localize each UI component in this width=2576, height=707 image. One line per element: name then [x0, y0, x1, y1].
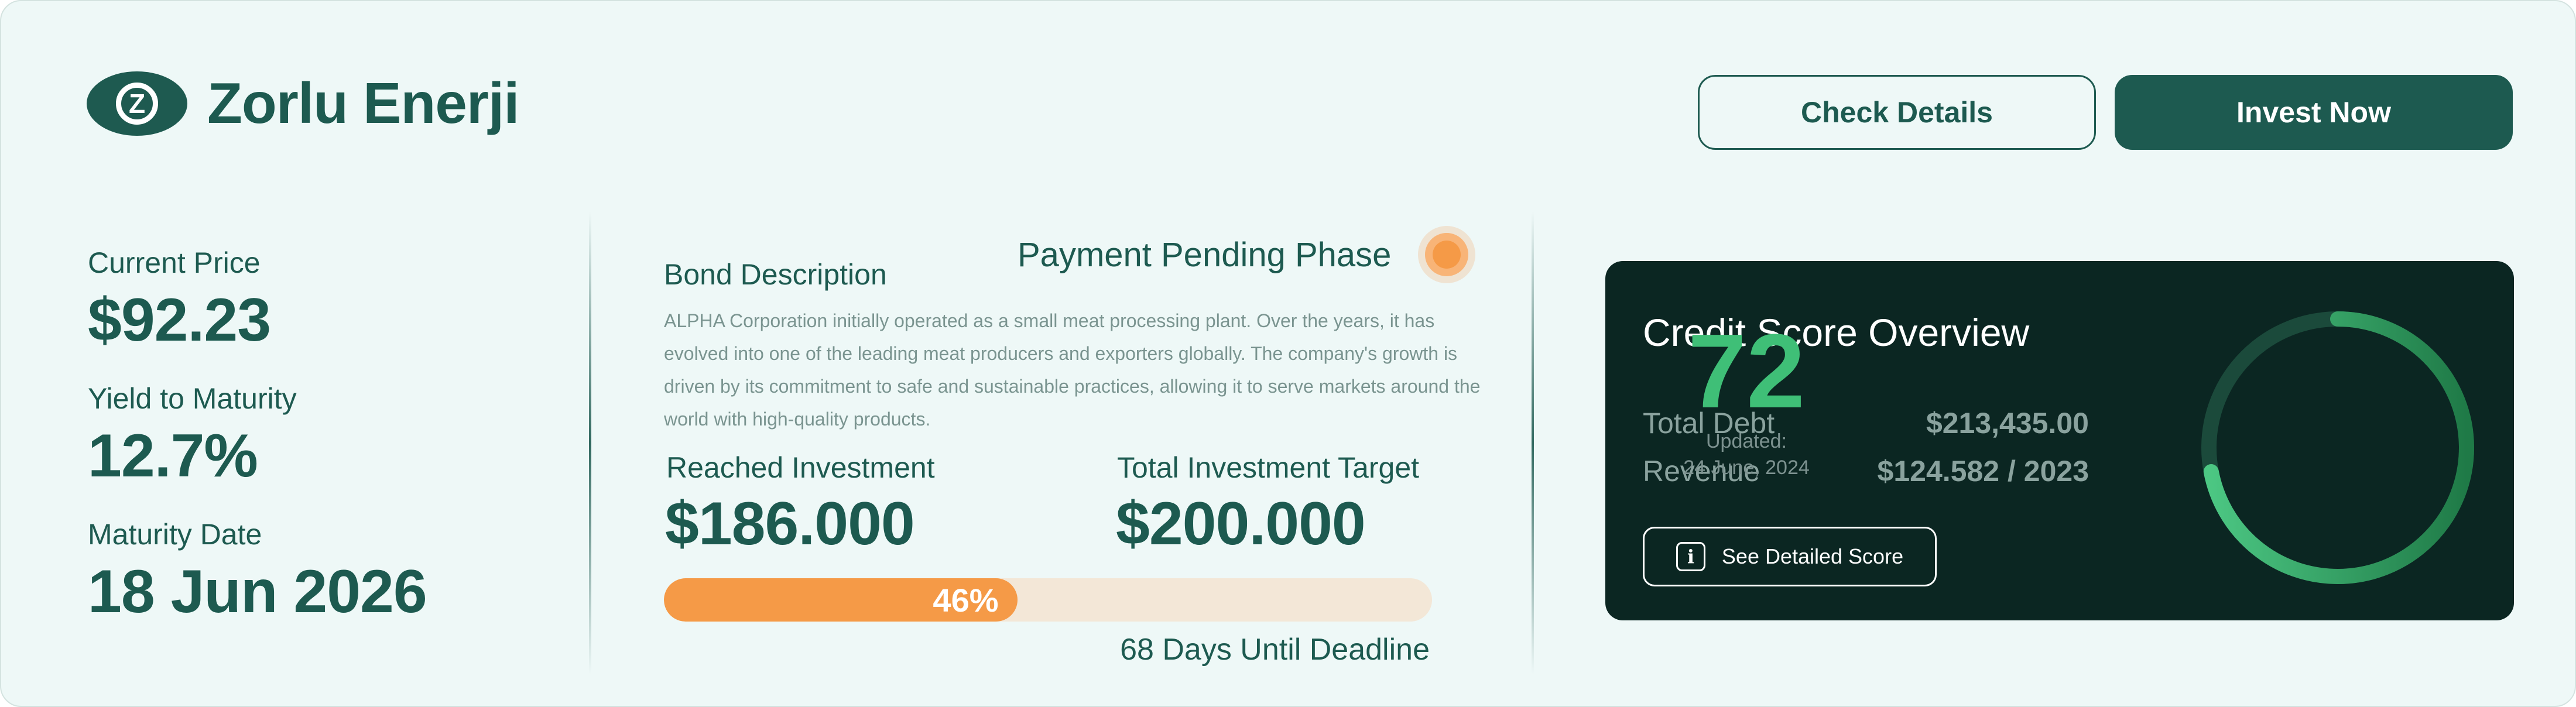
reached-investment-label: Reached Investment — [666, 451, 935, 484]
investment-target-label: Total Investment Target — [1117, 451, 1420, 484]
investment-target-value: $200.000 — [1116, 490, 1366, 558]
updated-label: Updated: — [1706, 430, 1787, 452]
brand: Z Zorlu Enerji — [87, 70, 520, 136]
gauge-center: 72 Updated: 24 June, 2024 — [1605, 261, 1888, 543]
divider-right — [1532, 212, 1534, 674]
yield-value: 12.7% — [88, 422, 258, 490]
pending-status-dot-icon — [1418, 226, 1475, 283]
investment-progress-bar: 46% — [664, 578, 1432, 622]
maturity-date-label: Maturity Date — [88, 518, 262, 551]
phase-status: Payment Pending Phase — [1018, 236, 1392, 274]
total-debt-value: $213,435.00 — [1926, 407, 2089, 440]
revenue-value: $124.582 / 2023 — [1877, 455, 2089, 488]
current-price-value: $92.23 — [88, 286, 271, 354]
see-detailed-score-label: See Detailed Score — [1721, 544, 1904, 568]
company-name: Zorlu Enerji — [207, 71, 520, 135]
bond-description-title: Bond Description — [664, 258, 887, 291]
investment-progress-percent: 46% — [933, 581, 999, 619]
reached-investment-value: $186.000 — [665, 490, 915, 558]
info-icon: i — [1676, 542, 1705, 571]
logo-letter: Z — [116, 82, 158, 125]
credit-score-gauge — [2201, 311, 2474, 584]
credit-score-value: 72 — [1687, 313, 1806, 430]
investment-progress-fill: 46% — [664, 578, 1018, 622]
deadline-text: 68 Days Until Deadline — [1120, 633, 1430, 667]
updated-date: 24 June, 2024 — [1683, 457, 1810, 479]
zorlu-logo-icon: Z — [87, 71, 187, 136]
current-price-label: Current Price — [88, 246, 261, 279]
bond-card: Z Zorlu Enerji Check Details Invest Now … — [0, 0, 2576, 707]
maturity-date-value: 18 Jun 2026 — [88, 558, 427, 626]
divider-left — [589, 212, 591, 674]
invest-now-button[interactable]: Invest Now — [2115, 75, 2513, 150]
bond-description-text: ALPHA Corporation initially operated as … — [664, 310, 1481, 430]
yield-label: Yield to Maturity — [88, 382, 297, 415]
credit-score-panel: Credit Score Overview Total Debt $213,43… — [1605, 261, 2514, 620]
check-details-button[interactable]: Check Details — [1698, 75, 2096, 150]
